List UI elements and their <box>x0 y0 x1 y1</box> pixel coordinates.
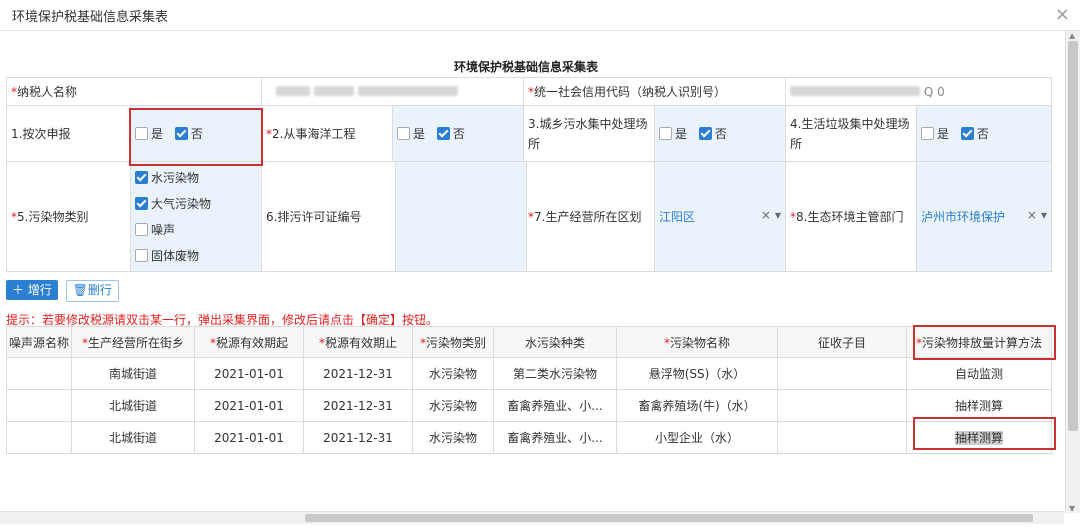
cell: 水污染物 <box>412 357 494 390</box>
chevron-down-icon[interactable]: ▾ <box>775 208 781 222</box>
col-noise-source[interactable]: 噪声源名称 <box>6 326 72 358</box>
cell: 水污染物 <box>412 421 494 454</box>
q4-options: 是 否 <box>916 105 1052 162</box>
q2-options: 是 否 <box>392 105 524 162</box>
cell: 北城街道 <box>71 389 195 422</box>
delete-row-button[interactable]: 🗑删行 <box>65 280 119 302</box>
col-pollutant-type[interactable]: *污染物类别 <box>412 326 494 358</box>
cell: 自动监测 <box>906 357 1052 390</box>
cell: 2021-12-31 <box>303 389 413 422</box>
scrollbar-thumb[interactable] <box>305 514 1033 522</box>
cell: 2021-01-01 <box>194 421 304 454</box>
q1-no-checkbox[interactable]: 否 <box>174 127 203 141</box>
table-row[interactable]: 北城街道 2021-01-01 2021-12-31 水污染物 畜禽养殖业、小.… <box>6 389 1052 422</box>
cell: 小型企业（水） <box>616 421 778 454</box>
pollutant-water-checkbox[interactable]: 水污染物 <box>135 165 257 191</box>
table-row[interactable]: 北城街道 2021-01-01 2021-12-31 水污染物 畜禽养殖业、小.… <box>6 421 1052 454</box>
eco-dept-select[interactable]: 泸州市环境保护 ▾ × <box>916 161 1052 272</box>
scroll-down-icon[interactable]: ▼ <box>1069 504 1075 513</box>
q1-label: 1.按次申报 <box>6 105 131 162</box>
add-row-button[interactable]: ＋ 增行 <box>6 280 58 300</box>
pollutant-type-options: 水污染物 大气污染物 噪声 固体废物 <box>130 161 262 272</box>
scrollbar-thumb[interactable] <box>1068 41 1078 431</box>
taxpayer-name-value <box>261 77 524 106</box>
close-icon[interactable]: × <box>1055 4 1070 25</box>
q3-yes-checkbox[interactable]: 是 <box>659 127 687 141</box>
row-toolbar: ＋ 增行 🗑删行 <box>6 280 123 302</box>
col-valid-to[interactable]: *税源有效期止 <box>303 326 413 358</box>
clear-icon[interactable]: × <box>761 208 771 222</box>
cell: 抽样测算 <box>906 421 1052 454</box>
district-select[interactable]: 江阳区 ▾ × <box>654 161 786 272</box>
scroll-up-icon[interactable]: ▲ <box>1069 31 1075 40</box>
taxpayer-name-label: *纳税人名称 <box>6 77 262 106</box>
cell: 畜禽养殖场(牛)（水） <box>616 389 778 422</box>
q3-options: 是 否 <box>654 105 786 162</box>
cell: 悬浮物(SS)（水） <box>616 357 778 390</box>
cell: 2021-01-01 <box>194 389 304 422</box>
col-street[interactable]: *生产经营所在街乡 <box>71 326 195 358</box>
credit-code-label: *统一社会信用代码（纳税人识别号） <box>523 77 786 106</box>
cell: 2021-01-01 <box>194 357 304 390</box>
table-row[interactable]: 南城街道 2021-01-01 2021-12-31 水污染物 第二类水污染物 … <box>6 357 1052 390</box>
credit-code-value: Q 0 <box>785 77 1052 106</box>
cell <box>777 421 907 454</box>
dialog-titlebar: 环境保护税基础信息采集表 × <box>0 0 1080 31</box>
clear-icon[interactable]: × <box>1027 208 1037 222</box>
collection-dialog: 环境保护税基础信息采集表 × 环境保护税基础信息采集表 *纳税人名称 *统一社会… <box>0 0 1080 530</box>
col-valid-from[interactable]: *税源有效期起 <box>194 326 304 358</box>
form-title: 环境保护税基础信息采集表 <box>453 60 598 74</box>
cell <box>6 389 72 422</box>
pollutant-air-checkbox[interactable]: 大气污染物 <box>135 191 257 217</box>
cell: 北城街道 <box>71 421 195 454</box>
cell <box>6 357 72 390</box>
cell: 畜禽养殖业、小... <box>493 421 617 454</box>
q1-options: 是 否 <box>130 105 262 162</box>
col-calc-method[interactable]: *污染物排放量计算方法 <box>906 326 1052 358</box>
pollutant-type-label: *5.污染物类别 <box>6 161 131 272</box>
cell: 畜禽养殖业、小... <box>493 389 617 422</box>
pollutant-solid-checkbox[interactable]: 固体废物 <box>135 243 257 269</box>
cell: 水污染物 <box>412 389 494 422</box>
cell: 抽样测算 <box>906 389 1052 422</box>
district-label: *7.生产经营所在区划 <box>523 161 655 272</box>
grid-header-row: 噪声源名称 *生产经营所在街乡 *税源有效期起 *税源有效期止 *污染物类别 水… <box>6 326 1052 358</box>
col-sub-item[interactable]: 征收子目 <box>777 326 907 358</box>
q3-label: 3.城乡污水集中处理场所 <box>523 105 655 162</box>
cell <box>777 389 907 422</box>
pollutant-noise-checkbox[interactable]: 噪声 <box>135 217 257 243</box>
permit-input[interactable] <box>395 162 527 271</box>
col-pollutant-name[interactable]: *污染物名称 <box>616 326 778 358</box>
q4-yes-checkbox[interactable]: 是 <box>921 127 949 141</box>
col-water-kind[interactable]: 水污染种类 <box>493 326 617 358</box>
cell <box>6 421 72 454</box>
vertical-scrollbar[interactable]: ▲ ▼ <box>1065 31 1080 513</box>
horizontal-scrollbar[interactable] <box>0 511 1064 524</box>
q4-no-checkbox[interactable]: 否 <box>960 127 989 141</box>
chevron-down-icon[interactable]: ▾ <box>1041 208 1047 222</box>
dialog-title: 环境保护税基础信息采集表 <box>12 10 169 25</box>
q1-yes-checkbox[interactable]: 是 <box>135 127 163 141</box>
cell: 2021-12-31 <box>303 421 413 454</box>
basic-info-form: *纳税人名称 *统一社会信用代码（纳税人识别号） Q 0 1.按次申报 是 否 … <box>6 77 1052 272</box>
cell: 2021-12-31 <box>303 357 413 390</box>
eco-dept-label: *8.生态环境主管部门 <box>785 161 917 272</box>
cell <box>777 357 907 390</box>
q2-yes-checkbox[interactable]: 是 <box>397 127 425 141</box>
q4-label: 4.生活垃圾集中处理场所 <box>785 105 917 162</box>
district-value: 江阳区 <box>659 210 696 224</box>
q2-label: *2.从事海洋工程 <box>261 105 393 162</box>
dialog-content: 环境保护税基础信息采集表 *纳税人名称 *统一社会信用代码（纳税人识别号） Q … <box>0 31 1064 513</box>
source-grid: 噪声源名称 *生产经营所在街乡 *税源有效期起 *税源有效期止 *污染物类别 水… <box>6 326 1052 454</box>
q2-no-checkbox[interactable]: 否 <box>436 127 465 141</box>
q3-no-checkbox[interactable]: 否 <box>698 127 727 141</box>
cell: 南城街道 <box>71 357 195 390</box>
eco-dept-value: 泸州市环境保护 <box>921 210 1006 224</box>
cell: 第二类水污染物 <box>493 357 617 390</box>
